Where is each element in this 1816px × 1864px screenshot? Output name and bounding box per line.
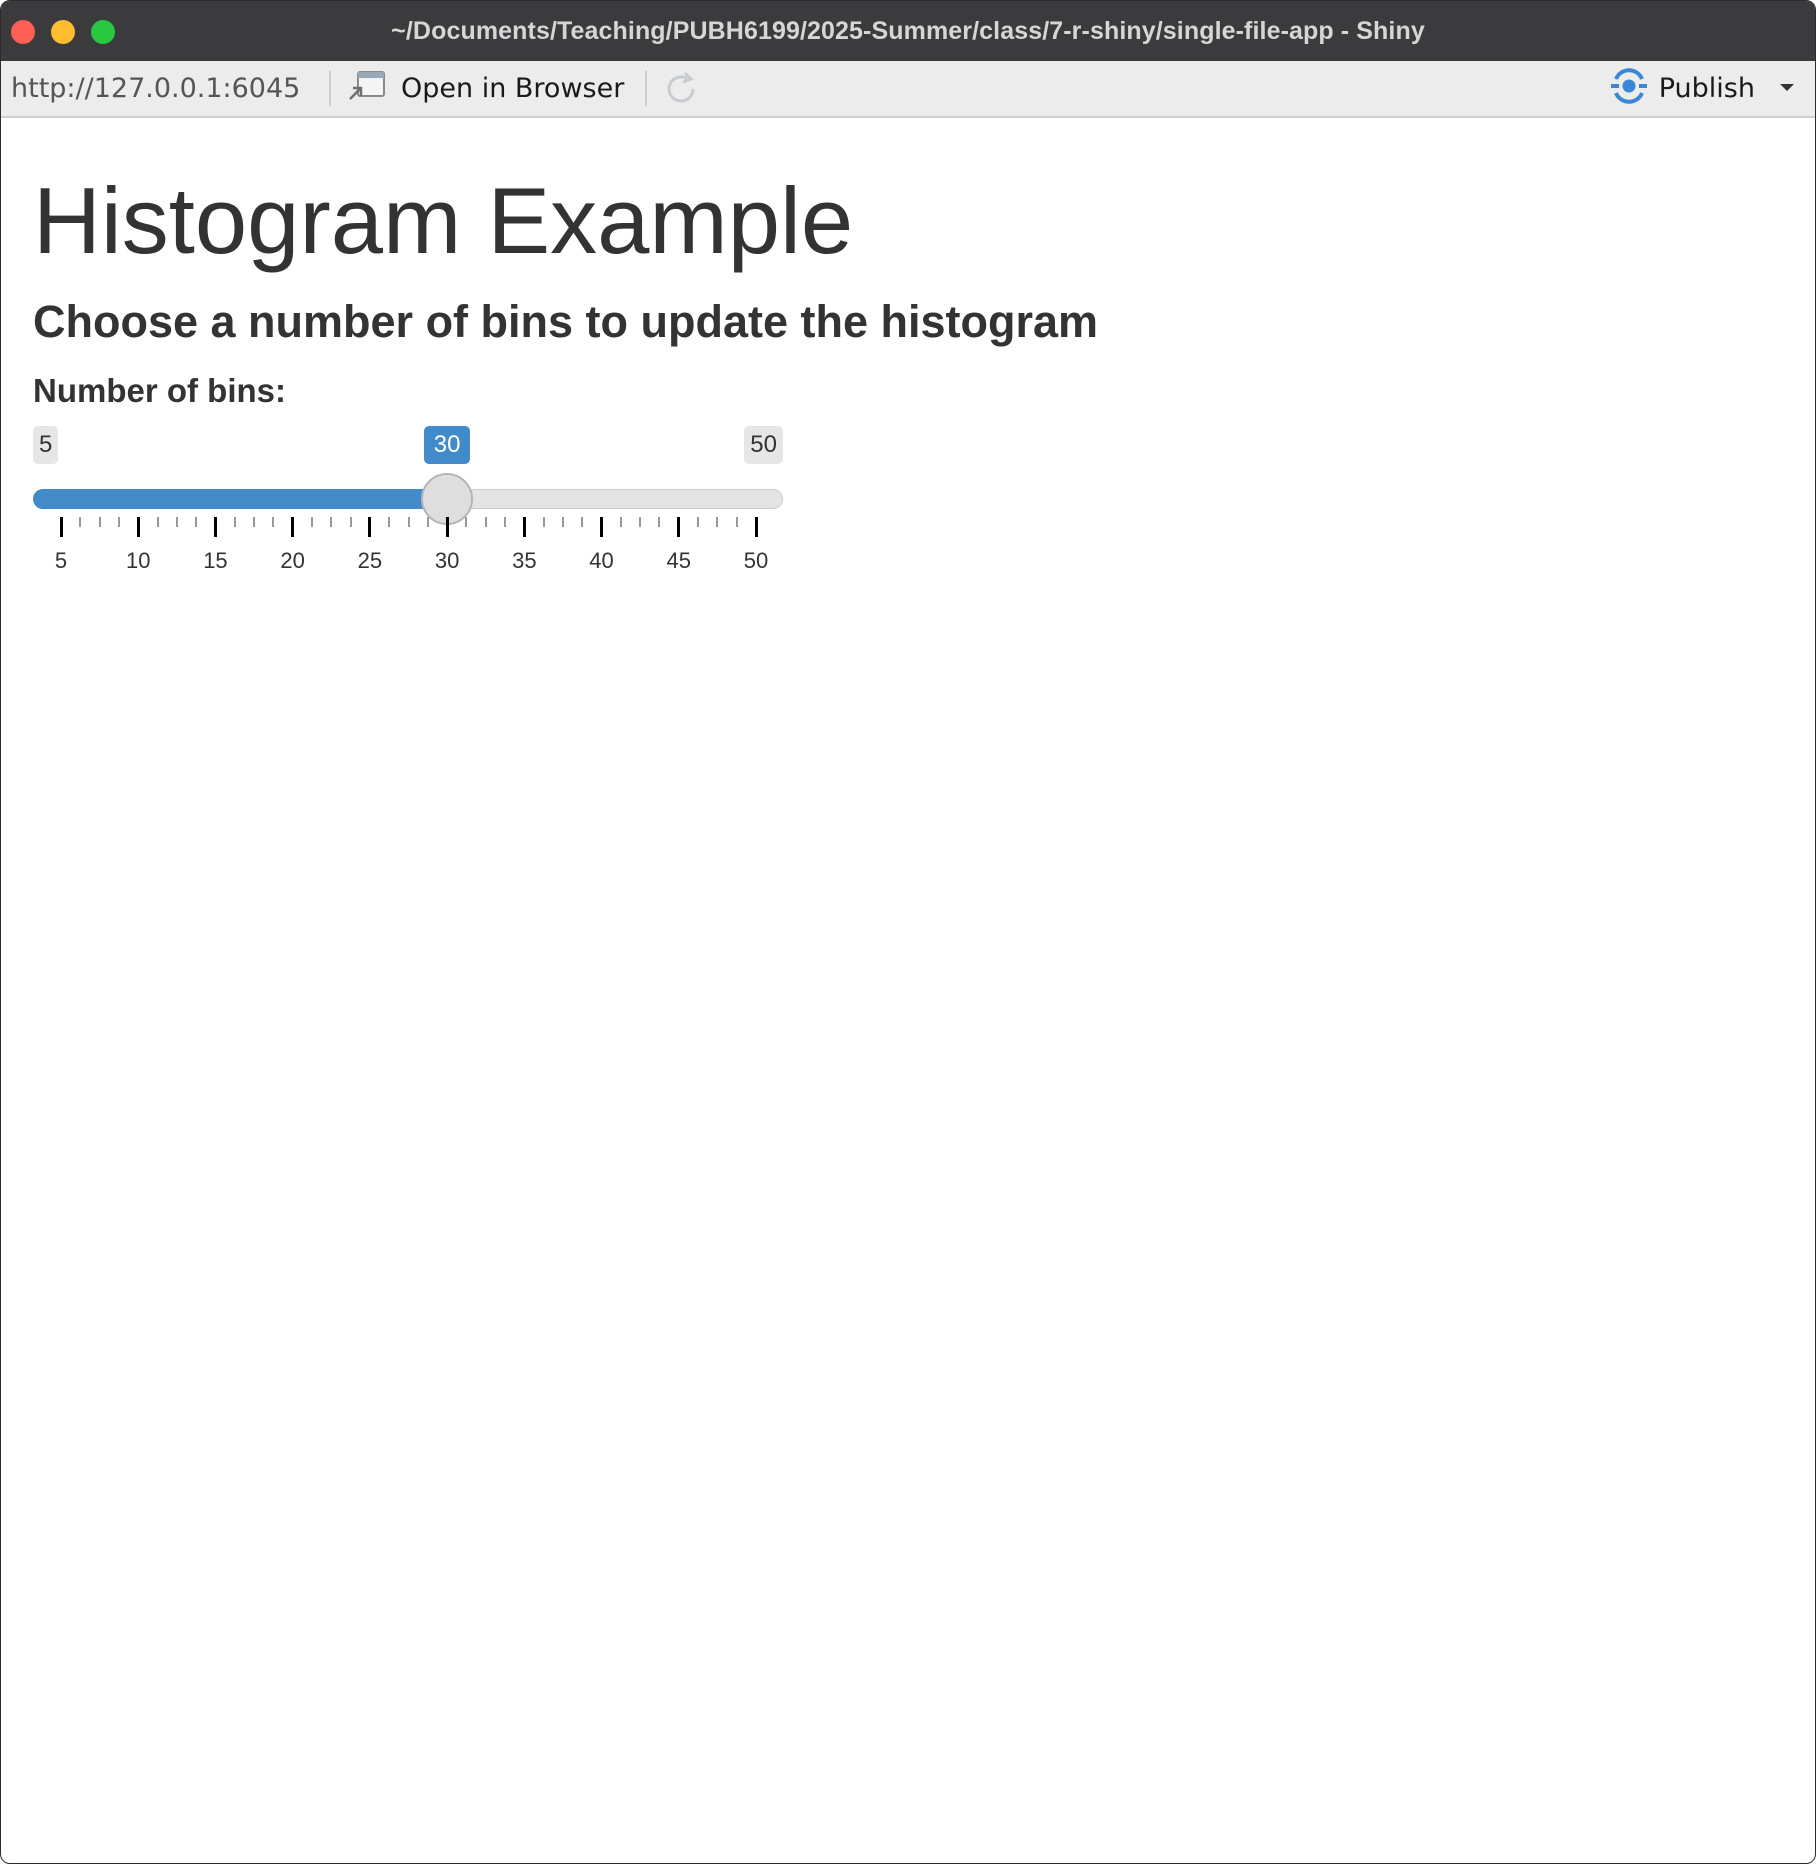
bins-slider-label: Number of bins: (33, 372, 286, 409)
minimize-window-button[interactable] (51, 20, 75, 44)
zoom-window-button[interactable] (91, 20, 115, 44)
slider-tick-label: 45 (666, 548, 692, 573)
open-in-browser-icon (347, 69, 387, 108)
slider-minor-tick (407, 517, 410, 527)
slider-tick-label: 5 (54, 548, 68, 573)
slider-minor-tick (639, 517, 642, 527)
refresh-icon (667, 71, 695, 103)
slider-minor-tick (542, 517, 545, 527)
slider-minor-tick (98, 517, 101, 527)
chevron-down-icon[interactable] (1779, 80, 1795, 98)
viewer-toolbar: http://127.0.0.1:6045 Open in Browser Pu… (1, 61, 1815, 118)
slider-tick-label: 30 (434, 548, 460, 573)
title-bar: ~/Documents/Teaching/PUBH6199/2025-Summe… (1, 1, 1815, 61)
page-subtitle: Choose a number of bins to update the hi… (33, 296, 1099, 347)
slider-minor-tick (465, 517, 468, 527)
slider-tick-label: 40 (589, 548, 614, 573)
refresh-button[interactable] (661, 69, 701, 109)
slider-minor-tick (156, 517, 159, 527)
slider-minor-tick (426, 517, 429, 527)
app-window: ~/Documents/Teaching/PUBH6199/2025-Summe… (0, 0, 1816, 1864)
slider-tick-label: 10 (125, 548, 151, 573)
slider-fill (33, 489, 448, 509)
toolbar-divider (645, 71, 647, 106)
slider-minor-tick (658, 517, 661, 527)
slider-minor-tick (484, 517, 487, 527)
slider-minor-tick (619, 517, 622, 527)
slider-minor-tick (561, 517, 564, 527)
slider-major-tick (445, 517, 449, 537)
slider-minor-tick (79, 517, 82, 527)
slider-tick-label: 35 (512, 548, 537, 573)
slider-max-badge: 50 (744, 426, 783, 464)
slider-major-tick (677, 517, 681, 537)
slider-tick-label: 15 (203, 548, 228, 573)
slider-major-tick (136, 517, 140, 537)
slider-tick-label: 20 (280, 548, 305, 573)
slider-minor-tick (581, 517, 584, 527)
publish-label: Publish (1658, 73, 1755, 104)
url-display: http://127.0.0.1:6045 (11, 73, 301, 104)
slider-major-tick (522, 517, 526, 537)
slider-min-badge: 5 (33, 426, 59, 464)
slider-minor-tick (195, 517, 198, 527)
open-in-browser-label: Open in Browser (401, 73, 625, 104)
toolbar-divider (329, 71, 331, 106)
slider-major-tick (213, 517, 217, 537)
slider-major-tick (291, 517, 295, 537)
slider-minor-tick (175, 517, 178, 527)
slider-minor-tick (735, 517, 738, 527)
close-window-button[interactable] (11, 20, 35, 44)
slider-minor-tick (117, 517, 120, 527)
page-title: Histogram Example (33, 168, 854, 273)
publish-icon (1607, 68, 1651, 109)
slider-major-tick (59, 517, 63, 537)
slider-value-badge: 30 (424, 426, 471, 464)
open-in-browser-button[interactable]: Open in Browser (347, 61, 624, 116)
slider-minor-tick (504, 517, 507, 527)
slider-minor-tick (253, 517, 256, 527)
bins-slider[interactable]: 5 30 50 5 10 15 20 25 30 35 40 45 50 (33, 426, 783, 576)
slider-major-tick (754, 517, 758, 537)
slider-minor-tick (330, 517, 333, 527)
slider-minor-tick (233, 517, 236, 527)
slider-major-tick (368, 517, 372, 537)
slider-minor-tick (272, 517, 275, 527)
slider-major-tick (600, 517, 604, 537)
publish-button[interactable]: Publish (1607, 61, 1795, 116)
slider-minor-tick (716, 517, 719, 527)
slider-minor-tick (388, 517, 391, 527)
slider-minor-tick (310, 517, 313, 527)
slider-tick-label: 50 (743, 548, 769, 573)
slider-tick-label: 25 (357, 548, 383, 573)
slider-minor-tick (349, 517, 352, 527)
window-title: ~/Documents/Teaching/PUBH6199/2025-Summe… (391, 17, 1425, 45)
slider-minor-tick (697, 517, 700, 527)
